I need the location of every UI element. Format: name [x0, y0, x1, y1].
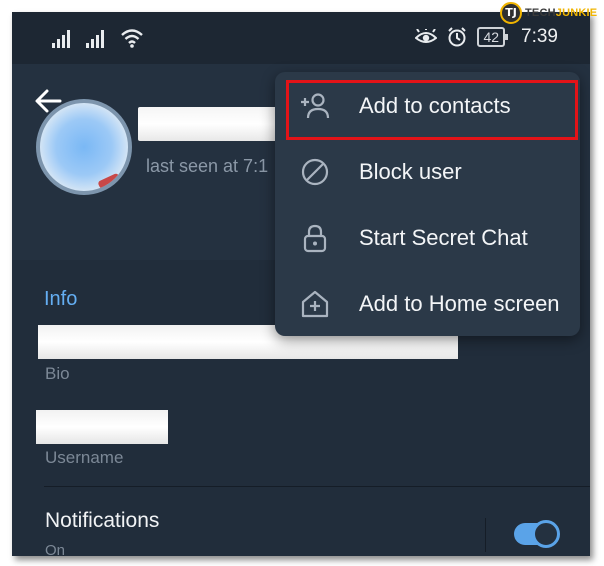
status-left: [52, 28, 144, 48]
status-right: 42 7:39: [415, 26, 558, 48]
logo-wordmark: TECHJUNKIE: [525, 7, 597, 19]
logo-badge: TJ: [500, 2, 522, 24]
username-label: Username: [45, 448, 124, 467]
menu-item-label: Add to Home screen: [359, 291, 560, 316]
username-value-redacted: [36, 410, 168, 444]
info-section-title: Info: [44, 288, 78, 310]
wifi-icon: [121, 29, 143, 48]
section-divider: [44, 486, 590, 487]
menu-item-block-user[interactable]: Block user: [275, 138, 580, 204]
signal-icon: [86, 30, 104, 48]
logo-word-tech: TECH: [525, 7, 556, 19]
notifications-toggle[interactable]: [514, 520, 560, 548]
bio-label: Bio: [45, 364, 70, 383]
block-icon: [301, 158, 329, 186]
signal-icon: [52, 30, 70, 48]
battery-icon: 42: [477, 27, 508, 47]
alarm-icon: [448, 27, 467, 47]
home-add-icon: [301, 290, 329, 318]
phone-screen: 42 7:39 last seen at 7:1 Info Bio Userna…: [12, 12, 590, 556]
status-time: 7:39: [521, 26, 558, 47]
toggle-knob: [532, 520, 560, 548]
eye-icon: [415, 29, 438, 43]
notifications-separator: [485, 518, 486, 552]
menu-item-label: Start Secret Chat: [359, 225, 528, 250]
notifications-title[interactable]: Notifications: [45, 509, 159, 533]
menu-item-label: Block user: [359, 159, 462, 184]
techjunkie-logo: TJ TECHJUNKIE: [500, 2, 597, 24]
menu-item-start-secret-chat[interactable]: Start Secret Chat: [275, 204, 580, 270]
highlight-box: [286, 80, 578, 140]
menu-item-add-to-home-screen[interactable]: Add to Home screen: [275, 270, 580, 336]
notifications-status: On: [45, 542, 66, 556]
avatar[interactable]: [36, 99, 132, 195]
logo-word-junkie: JUNKIE: [555, 7, 598, 19]
last-seen-status: last seen at 7:1: [146, 156, 269, 176]
lock-icon: [303, 224, 327, 253]
